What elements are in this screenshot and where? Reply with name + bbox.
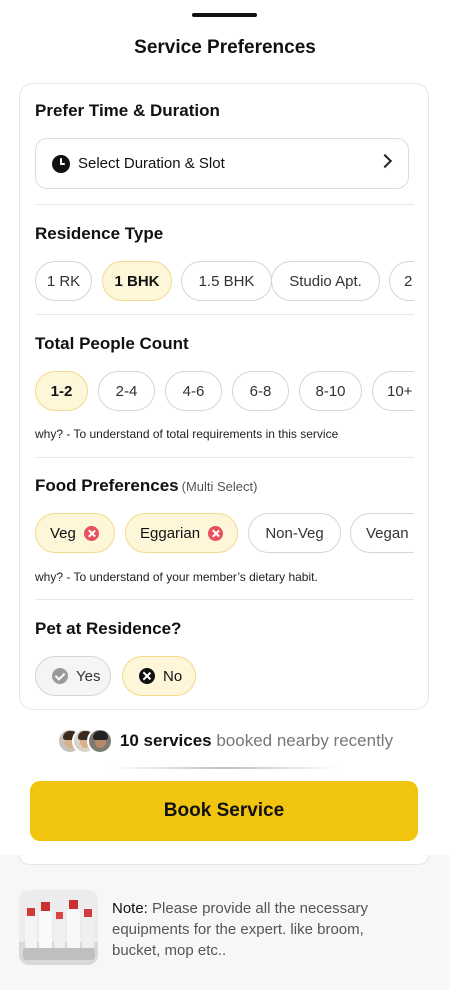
food-chip-eggarian[interactable]: Eggarian — [125, 513, 238, 553]
note-body: Please provide all the necessary equipme… — [112, 900, 368, 959]
cleaning-supplies-image — [19, 890, 98, 965]
chevron-right-icon — [377, 153, 393, 169]
people-chip-10-plus[interactable]: 10+ — [372, 371, 414, 411]
card-bottom-edge — [19, 855, 429, 865]
people-chip-2-4[interactable]: 2-4 — [98, 371, 155, 411]
check-icon — [52, 668, 68, 684]
divider — [35, 457, 414, 458]
pet-yes-chip[interactable]: Yes — [35, 656, 111, 696]
food-chip-non-veg[interactable]: Non-Veg — [248, 513, 341, 553]
food-chip-label: Veg — [50, 524, 76, 542]
social-proof: 10 services booked nearby recently — [0, 727, 450, 755]
preferences-card: Prefer Time & Duration Select Duration &… — [19, 83, 429, 710]
divider — [35, 314, 414, 315]
pet-no-label: No — [163, 667, 183, 685]
people-chip-8-10[interactable]: 8-10 — [299, 371, 362, 411]
food-chip-label: Eggarian — [140, 524, 201, 542]
remove-icon[interactable] — [83, 525, 99, 541]
people-chip-row: 1-2 2-4 4-6 6-8 8-10 10+ — [35, 371, 414, 411]
food-title-text: Food Preferences — [35, 476, 179, 495]
pet-yes-label: Yes — [76, 667, 101, 685]
residence-chip-1-5bhk[interactable]: 1.5 BHK — [181, 261, 272, 301]
service-preferences-sheet: Service Preferences Prefer Time & Durati… — [0, 0, 450, 990]
residence-chip-studio[interactable]: Studio Apt. — [271, 261, 380, 301]
time-section-title: Prefer Time & Duration — [35, 101, 220, 120]
residence-section-title: Residence Type — [35, 224, 164, 243]
residence-chip-1rk[interactable]: 1 RK — [35, 261, 92, 301]
people-chip-6-8[interactable]: 6-8 — [232, 371, 289, 411]
pet-no-chip[interactable]: No — [122, 656, 196, 696]
food-chip-vegan[interactable]: Vegan — [350, 513, 414, 553]
clock-icon — [52, 154, 70, 173]
residence-chip-2[interactable]: 2 — [389, 261, 414, 301]
residence-chip-row: 1 RK 1 BHK 1.5 BHK Studio Apt. 2 — [35, 261, 414, 301]
people-chip-1-2[interactable]: 1-2 — [35, 371, 88, 411]
food-subtitle: (Multi Select) — [181, 479, 258, 494]
divider — [35, 599, 414, 600]
note-text: Note: Please provide all the necessary e… — [112, 898, 412, 961]
avatar-stack — [56, 728, 113, 754]
food-chip-veg[interactable]: Veg — [35, 513, 115, 553]
slot-label: Select Duration & Slot — [78, 155, 225, 172]
food-chip-row: Veg Eggarian Non-Veg Vegan — [35, 513, 414, 553]
residence-chip-1bhk[interactable]: 1 BHK — [102, 261, 172, 301]
sheet-title: Service Preferences — [134, 37, 316, 58]
select-duration-slot-button[interactable]: Select Duration & Slot — [35, 138, 409, 189]
people-why-text: why? - To understand of total requiremen… — [35, 427, 339, 441]
cross-icon — [139, 668, 155, 684]
social-proof-text: 10 services booked nearby recently — [120, 731, 393, 751]
people-section-title: Total People Count — [35, 334, 189, 353]
fade-divider — [110, 767, 340, 769]
divider — [35, 204, 414, 205]
food-section-title: Food Preferences (Multi Select) — [35, 476, 257, 496]
pet-section-title: Pet at Residence? — [35, 619, 182, 638]
remove-icon[interactable] — [208, 525, 224, 541]
book-service-button[interactable]: Book Service — [30, 781, 418, 841]
avatar — [86, 728, 113, 754]
food-why-text: why? - To understand of your member’s di… — [35, 570, 318, 584]
drag-handle[interactable] — [192, 13, 257, 17]
people-chip-4-6[interactable]: 4-6 — [165, 371, 222, 411]
note-label: Note: — [112, 900, 148, 917]
services-count: 10 services — [119, 731, 212, 750]
social-proof-rest: booked nearby recently — [216, 731, 394, 750]
